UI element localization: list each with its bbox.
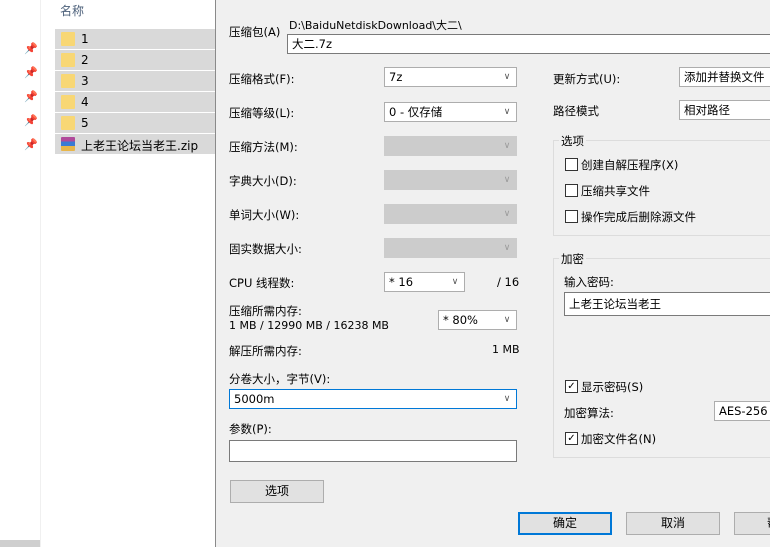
memory-compress-detail: 1 MB / 12990 MB / 16238 MB xyxy=(229,319,389,332)
path-mode-select[interactable]: 相对路径 xyxy=(679,100,770,120)
show-password-checkbox[interactable]: ✓ 显示密码(S) xyxy=(565,379,685,395)
memory-decompress-label: 解压所需内存: xyxy=(229,344,302,358)
help-button[interactable]: 帮 xyxy=(734,512,770,535)
format-label: 压缩格式(F): xyxy=(229,72,295,86)
dictionary-label: 字典大小(D): xyxy=(229,174,297,188)
parameters-label: 参数(P): xyxy=(229,422,272,436)
options-group-title: 选项 xyxy=(559,133,586,149)
encrypt-filenames-checkbox[interactable]: ✓ 加密文件名(N) xyxy=(565,431,695,447)
volume-size-label: 分卷大小，字节(V): xyxy=(229,372,331,386)
chevron-down-icon: ∨ xyxy=(503,315,511,325)
memory-compress-label: 压缩所需内存: xyxy=(229,304,302,318)
encryption-group-title: 加密 xyxy=(559,251,586,267)
file-name: 3 xyxy=(81,74,89,88)
memory-percent-select[interactable]: * 80% ∨ xyxy=(438,310,517,330)
format-value: 7z xyxy=(389,70,403,84)
file-name: 4 xyxy=(81,95,89,109)
volume-size-value: 5000m xyxy=(234,392,275,406)
checkbox-checked-icon: ✓ xyxy=(565,432,578,445)
chevron-down-icon: ∨ xyxy=(503,209,511,219)
navigation-pane: 📌 📌 📌 📌 📌 xyxy=(0,0,41,547)
checkbox-unchecked-icon xyxy=(565,158,578,171)
chevron-down-icon: ∨ xyxy=(503,72,511,82)
password-label: 输入密码: xyxy=(564,275,614,289)
update-mode-value: 添加并替换文件 xyxy=(684,70,765,84)
archive-path: D:\BaiduNetdiskDownload\大二\ xyxy=(289,19,462,32)
file-name: 2 xyxy=(81,53,89,67)
method-select[interactable]: ∨ xyxy=(384,136,517,156)
pin-icon[interactable]: 📌 xyxy=(24,115,38,127)
solid-size-label: 固实数据大小: xyxy=(229,242,302,256)
file-row[interactable]: 3 xyxy=(55,71,215,91)
password-value: 上老王论坛当老王 xyxy=(569,297,661,311)
file-row[interactable]: 5 xyxy=(55,113,215,133)
memory-decompress-value: 1 MB xyxy=(492,343,520,356)
cancel-button[interactable]: 取消 xyxy=(626,512,720,535)
path-mode-label: 路径模式 xyxy=(553,104,599,118)
file-row[interactable]: 4 xyxy=(55,92,215,112)
pin-icon[interactable]: 📌 xyxy=(24,91,38,103)
folder-icon xyxy=(61,95,75,109)
options-button[interactable]: 选项 xyxy=(230,480,324,503)
dictionary-select[interactable]: ∨ xyxy=(384,170,517,190)
folder-icon xyxy=(61,116,75,130)
add-to-archive-dialog: 压缩包(A) D:\BaiduNetdiskDownload\大二\ 大二.7z… xyxy=(215,0,770,547)
path-mode-value: 相对路径 xyxy=(684,103,730,117)
word-size-select[interactable]: ∨ xyxy=(384,204,517,224)
encryption-method-label: 加密算法: xyxy=(564,406,614,420)
volume-size-combo[interactable]: 5000m ∨ xyxy=(229,389,517,409)
file-name: 上老王论坛当老王.zip xyxy=(81,139,199,153)
pin-icon[interactable]: 📌 xyxy=(24,139,38,151)
scrollbar[interactable] xyxy=(0,540,40,547)
method-label: 压缩方法(M): xyxy=(229,140,298,154)
update-mode-label: 更新方式(U): xyxy=(553,72,621,86)
checkbox-unchecked-icon xyxy=(565,210,578,223)
parameters-input[interactable] xyxy=(229,440,517,462)
file-row[interactable]: 上老王论坛当老王.zip xyxy=(55,134,215,154)
pin-icon[interactable]: 📌 xyxy=(24,67,38,79)
ok-button[interactable]: 确定 xyxy=(518,512,612,535)
checkbox-unchecked-icon xyxy=(565,184,578,197)
chevron-down-icon: ∨ xyxy=(451,277,459,287)
checkbox-checked-icon: ✓ xyxy=(565,380,578,393)
chevron-down-icon: ∨ xyxy=(503,175,511,185)
archive-name-value: 大二.7z xyxy=(292,37,333,51)
level-label: 压缩等级(L): xyxy=(229,106,295,120)
winrar-archive-icon xyxy=(61,137,75,151)
create-sfx-checkbox[interactable]: 创建自解压程序(X) xyxy=(565,157,765,173)
archive-label: 压缩包(A) xyxy=(229,25,281,39)
threads-label: CPU 线程数: xyxy=(229,276,295,290)
update-mode-select[interactable]: 添加并替换文件 xyxy=(679,67,770,87)
word-size-label: 单词大小(W): xyxy=(229,208,300,222)
solid-size-select[interactable]: ∨ xyxy=(384,238,517,258)
encryption-method-select[interactable]: AES-256 xyxy=(714,401,770,421)
level-select[interactable]: 0 - 仅存储 ∨ xyxy=(384,102,517,122)
compress-shared-checkbox[interactable]: 压缩共享文件 xyxy=(565,183,765,199)
memory-percent-value: * 80% xyxy=(443,313,478,327)
format-select[interactable]: 7z ∨ xyxy=(384,67,517,87)
folder-icon xyxy=(61,53,75,67)
chevron-down-icon: ∨ xyxy=(503,394,511,404)
file-name: 1 xyxy=(81,32,89,46)
threads-total: / 16 xyxy=(497,275,520,289)
file-name: 5 xyxy=(81,116,89,130)
level-value: 0 - 仅存储 xyxy=(389,105,443,119)
file-row[interactable]: 1 xyxy=(55,29,215,49)
threads-select[interactable]: * 16 ∨ xyxy=(384,272,465,292)
file-row[interactable]: 2 xyxy=(55,50,215,70)
threads-value: * 16 xyxy=(389,275,414,289)
encryption-method-value: AES-256 xyxy=(719,404,768,418)
column-header-name[interactable]: 名称 xyxy=(60,2,84,19)
folder-icon xyxy=(61,32,75,46)
delete-after-checkbox[interactable]: 操作完成后删除源文件 xyxy=(565,209,765,225)
chevron-down-icon: ∨ xyxy=(503,243,511,253)
folder-icon xyxy=(61,74,75,88)
chevron-down-icon: ∨ xyxy=(503,107,511,117)
file-explorer: 📌 📌 📌 📌 📌 名称 1 2 3 4 5 上老王论坛当老王.zip xyxy=(0,0,215,547)
pin-icon[interactable]: 📌 xyxy=(24,43,38,55)
chevron-down-icon: ∨ xyxy=(503,141,511,151)
archive-name-combo[interactable]: 大二.7z xyxy=(287,34,770,54)
password-input[interactable]: 上老王论坛当老王 xyxy=(564,292,770,316)
